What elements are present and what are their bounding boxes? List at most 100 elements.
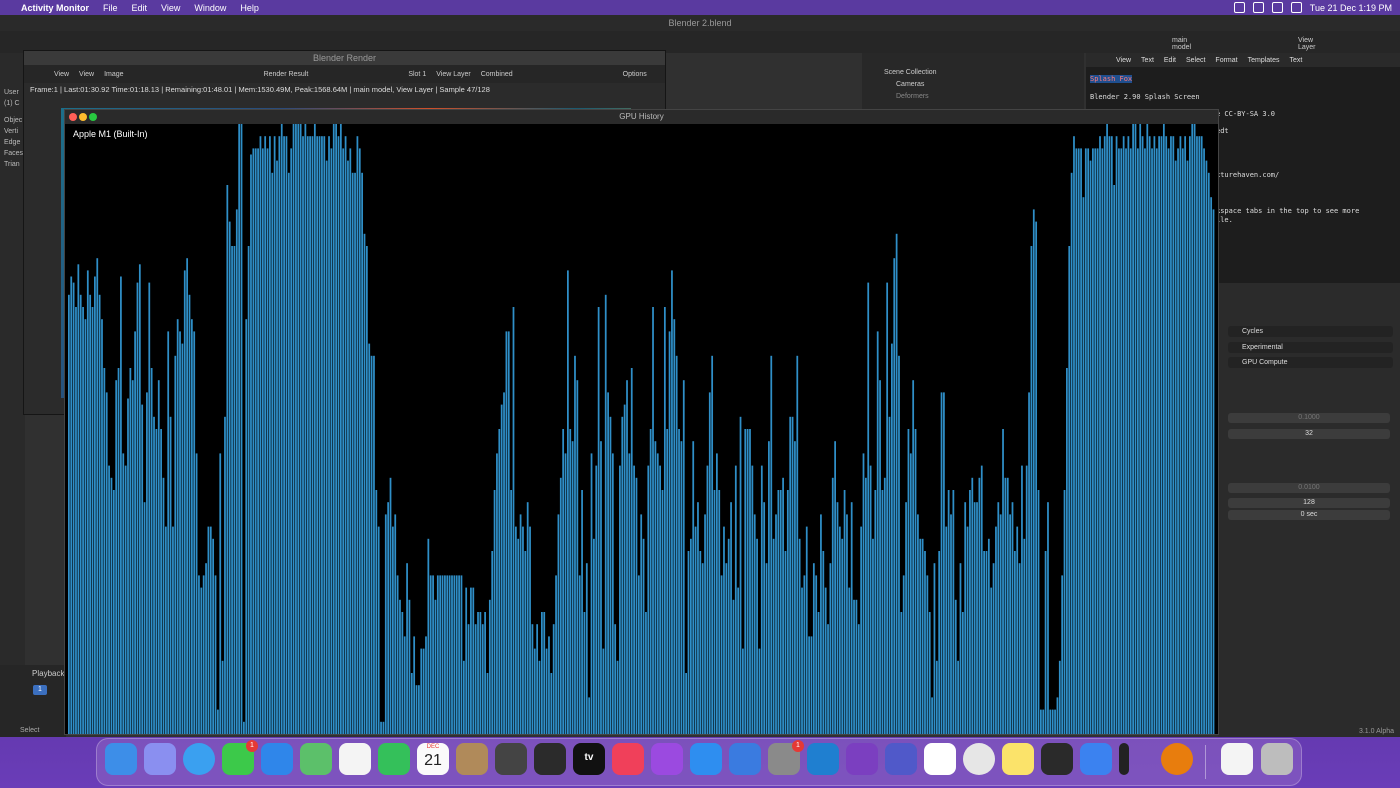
slack-icon[interactable]	[924, 743, 956, 775]
gpu-usage-bar	[117, 368, 120, 734]
gpu-usage-bar	[895, 233, 898, 734]
menu-edit[interactable]: Edit	[125, 3, 155, 13]
menu-file[interactable]: File	[96, 3, 125, 13]
gpu-usage-bar	[278, 136, 281, 734]
facetime-icon[interactable]	[378, 743, 410, 775]
blender-icon[interactable]	[1161, 743, 1193, 775]
calendar-icon[interactable]: DEC 21	[417, 743, 449, 775]
music-icon[interactable]	[612, 743, 644, 775]
gpu-usage-bar	[337, 136, 340, 734]
text-menu[interactable]: View	[1116, 57, 1131, 64]
tes-icon[interactable]	[1041, 743, 1073, 775]
text-line[interactable]: e CC-BY-SA 3.0	[1216, 110, 1275, 118]
gpu-usage-bar	[316, 136, 319, 734]
contacts-icon[interactable]	[456, 743, 488, 775]
text-menu[interactable]: Templates	[1248, 57, 1280, 64]
outliner-row[interactable]: Deformers	[896, 93, 929, 100]
launchpad-icon[interactable]	[144, 743, 176, 775]
app-store-icon[interactable]	[690, 743, 722, 775]
gpu-usage-bar	[805, 526, 808, 734]
render-result-field[interactable]: Render Result	[264, 71, 309, 78]
mail-icon[interactable]	[261, 743, 293, 775]
xcode-icon[interactable]	[729, 743, 761, 775]
menu-view[interactable]: View	[154, 3, 187, 13]
render-noise-threshold[interactable]: 0.0100	[1228, 483, 1390, 493]
menubar-clock[interactable]: Tue 21 Dec 1:19 PM	[1310, 3, 1392, 13]
minimize-icon[interactable]	[79, 113, 87, 121]
menu-help[interactable]: Help	[233, 3, 266, 13]
safari-icon[interactable]	[183, 743, 215, 775]
gpu-usage-bar	[562, 429, 565, 734]
viewport-max-samples[interactable]: 32	[1228, 429, 1390, 439]
current-frame-indicator[interactable]: 1	[33, 685, 47, 695]
render-engine-select[interactable]: Cycles	[1228, 326, 1393, 337]
maps-icon[interactable]	[300, 743, 332, 775]
wifi-icon[interactable]	[1233, 2, 1245, 13]
gpu-usage-bar	[976, 502, 978, 734]
trash-icon[interactable]	[1261, 743, 1293, 775]
text-line[interactable]: Blender 2.90 Splash Screen	[1090, 93, 1200, 101]
zoom-icon[interactable]	[89, 113, 97, 121]
text-menu[interactable]: Edit	[1164, 57, 1176, 64]
text-menu[interactable]: Select	[1186, 57, 1205, 64]
render-view-menu-2[interactable]: View	[79, 71, 94, 78]
text-file-name[interactable]: Text	[1290, 57, 1303, 64]
apple-tv-label: tv	[584, 752, 594, 763]
text-line[interactable]: Splash Fox	[1090, 75, 1133, 83]
render-view-menu[interactable]: View	[54, 71, 69, 78]
podcasts-icon[interactable]	[651, 743, 683, 775]
time-limit-field[interactable]: 0 sec	[1228, 510, 1390, 520]
system-preferences-icon[interactable]: 1	[768, 740, 804, 775]
search-icon[interactable]	[1271, 2, 1283, 13]
gpu-usage-bar	[358, 148, 361, 734]
outliner-row[interactable]: Cameras	[896, 81, 924, 88]
menu-window[interactable]: Window	[187, 3, 233, 13]
pass-select[interactable]: Combined	[481, 71, 513, 78]
control-center-icon[interactable]	[1290, 2, 1302, 13]
gpu-usage-bar	[356, 136, 359, 734]
outliner-row[interactable]: Scene Collection	[884, 69, 937, 76]
render-status: Frame:1 | Last:01:30.92 Time:01:18.13 | …	[30, 85, 490, 94]
photos-icon[interactable]	[339, 743, 371, 775]
render-max-samples[interactable]: 128	[1228, 498, 1390, 508]
apple-tv-icon[interactable]: tv	[573, 743, 605, 775]
gpu-usage-bar	[574, 355, 576, 734]
notes-icon[interactable]	[1002, 743, 1034, 775]
gpu-usage-bar	[737, 587, 740, 734]
messages-icon[interactable]: 1	[222, 740, 258, 775]
text-menu[interactable]: Format	[1215, 57, 1237, 64]
activity-monitor-icon[interactable]	[1119, 743, 1129, 775]
gpu-usage-bar	[626, 380, 628, 734]
feature-set-select[interactable]: Experimental	[1228, 342, 1393, 353]
view-layer-field[interactable]: View Layer	[1298, 37, 1316, 51]
text-line[interactable]: kspace tabs in the top to see more	[1216, 207, 1359, 215]
gpu-usage-bar	[479, 612, 482, 734]
viewport-noise-threshold[interactable]: 0.1000	[1228, 413, 1390, 423]
gpu-usage-bar	[685, 673, 688, 734]
gpu-usage-bar	[654, 441, 657, 734]
playback-menu[interactable]: Playback	[32, 669, 64, 678]
battery-icon[interactable]	[1252, 2, 1264, 13]
view-layer-select[interactable]: View Layer	[436, 71, 471, 78]
vpn-icon[interactable]	[1080, 743, 1112, 775]
gpu-usage-bar	[581, 490, 583, 734]
app-menu[interactable]: Activity Monitor	[14, 3, 96, 13]
outliner-search-input[interactable]: main model	[1172, 37, 1191, 51]
calendar-month: DEC	[426, 744, 440, 750]
close-icon[interactable]	[69, 113, 77, 121]
blend-file-icon[interactable]	[1221, 743, 1253, 775]
final-cut-icon[interactable]	[534, 743, 566, 775]
finder-icon[interactable]	[105, 743, 137, 775]
options-button[interactable]: Options	[623, 71, 647, 78]
render-image-menu[interactable]: Image	[104, 71, 123, 78]
vscode-icon[interactable]	[807, 743, 839, 775]
onenote-icon[interactable]	[846, 743, 878, 775]
teams-icon[interactable]	[885, 743, 917, 775]
text-menu[interactable]: Text	[1141, 57, 1154, 64]
chrome-icon[interactable]	[963, 743, 995, 775]
device-select[interactable]: GPU Compute	[1228, 357, 1393, 368]
compressor-icon[interactable]	[495, 743, 527, 775]
text-line[interactable]: xturehaven.com/	[1216, 171, 1279, 179]
gpu-usage-bar	[954, 599, 957, 734]
slot-select[interactable]: Slot 1	[408, 71, 426, 78]
